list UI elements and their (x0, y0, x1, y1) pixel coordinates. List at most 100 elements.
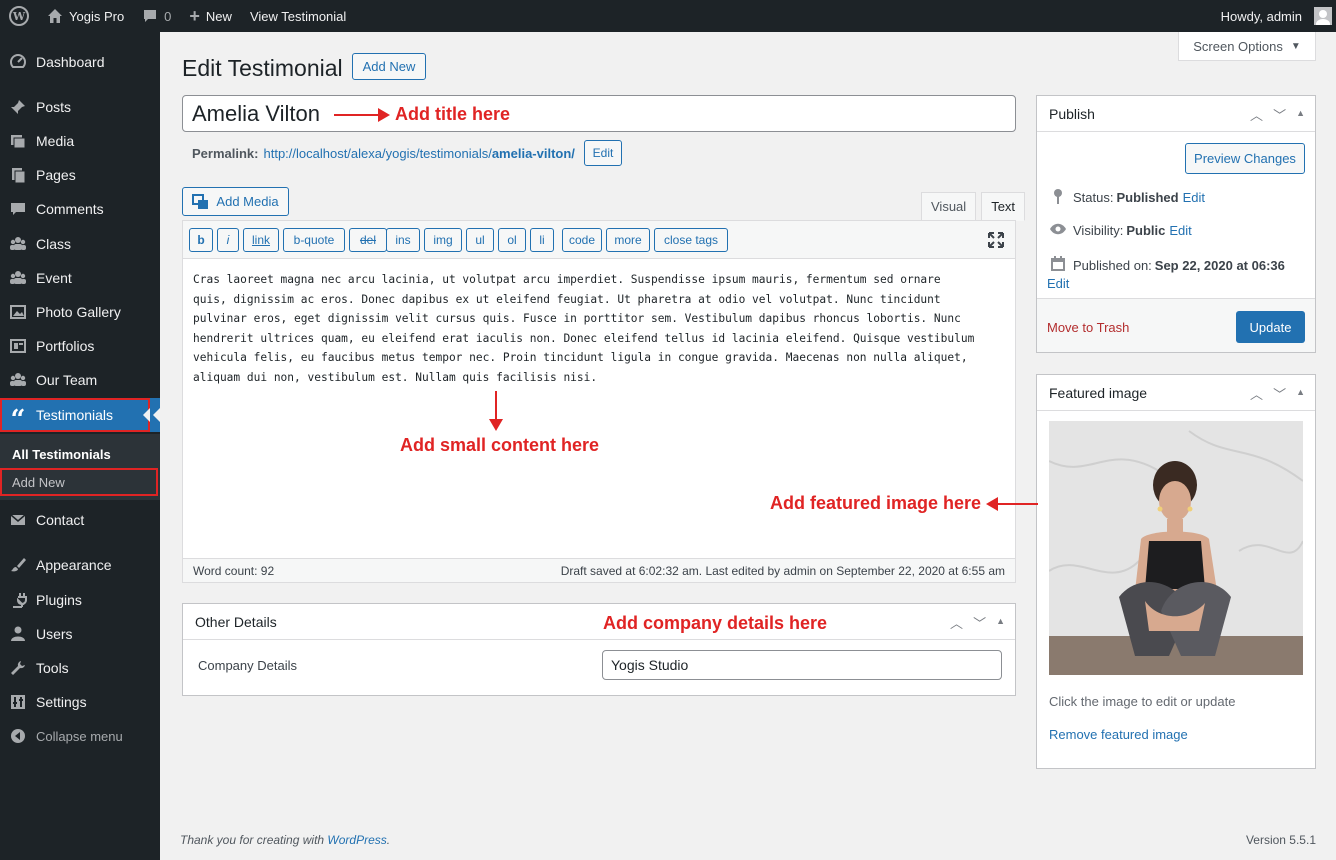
sidebar-item-photo-gallery[interactable]: Photo Gallery (0, 295, 160, 329)
update-button[interactable]: Update (1236, 311, 1305, 343)
arrow-right-icon (378, 108, 390, 122)
other-details-header[interactable]: Other Details (183, 604, 1015, 640)
move-down-icon[interactable]: ﹀ (973, 613, 986, 632)
sidebar-item-comments[interactable]: Comments (0, 192, 160, 226)
add-new-button[interactable]: Add New (352, 53, 426, 80)
sidebar-item-plugins[interactable]: Plugins (0, 583, 160, 617)
toggle-panel-icon[interactable]: ▲ (1296, 105, 1305, 124)
qt-close-tags-button[interactable]: close tags (654, 228, 728, 252)
qt-link-button[interactable]: link (243, 228, 279, 252)
qt-more-button[interactable]: more (606, 228, 650, 252)
admin-bar: W Yogis Pro 0 + New View Testimonial How… (0, 0, 1336, 32)
tab-text[interactable]: Text (981, 192, 1026, 221)
qt-ul-button[interactable]: ul (466, 228, 494, 252)
howdy-text: Howdy, admin (1220, 8, 1302, 24)
qt-li-button[interactable]: li (530, 228, 554, 252)
qt-img-button[interactable]: img (424, 228, 462, 252)
permalink-label: Permalink: (192, 146, 259, 161)
current-menu-arrow (150, 398, 160, 432)
move-to-trash-link[interactable]: Move to Trash (1047, 320, 1129, 335)
sidebar-item-appearance[interactable]: Appearance (0, 548, 160, 582)
screen-options-label: Screen Options (1193, 38, 1283, 54)
qt-code-button[interactable]: code (562, 228, 602, 252)
editor-tabs: Visual Text (916, 192, 1026, 221)
screen-options-button[interactable]: Screen Options ▼ (1178, 32, 1316, 61)
company-details-input[interactable]: Yogis Studio (602, 650, 1002, 680)
sidebar-item-tools[interactable]: Tools (0, 651, 160, 685)
sidebar-item-media[interactable]: Media (0, 124, 160, 158)
annotation-arrow (334, 114, 382, 116)
editor-content[interactable]: Cras laoreet magna nec arcu lacinia, ut … (193, 270, 1008, 387)
submenu-add-new[interactable]: Add New (0, 468, 158, 496)
featured-image[interactable] (1049, 421, 1303, 675)
sidebar-item-label: Testimonials (36, 407, 114, 423)
move-down-icon[interactable]: ﹀ (1273, 105, 1286, 124)
status-label: Status: (1073, 190, 1114, 205)
editor-line: aliquam dui non, vestibulum est. Nullam … (193, 370, 598, 384)
qt-italic-button[interactable]: i (217, 228, 239, 252)
sidebar-item-our-team[interactable]: Our Team (0, 363, 160, 397)
qt-ins-button[interactable]: ins (386, 228, 420, 252)
plus-icon: + (189, 5, 200, 26)
sidebar-item-pages[interactable]: Pages (0, 158, 160, 192)
sidebar-item-testimonials[interactable]: “ Testimonials (0, 398, 150, 433)
sidebar-item-settings[interactable]: Settings (0, 685, 160, 719)
sidebar-item-label: Users (36, 626, 73, 642)
new-content-link[interactable]: + New (180, 0, 241, 32)
move-up-icon[interactable]: ︿ (1250, 105, 1263, 124)
wp-logo-menu[interactable]: W (0, 0, 38, 32)
fullscreen-icon[interactable] (988, 232, 1004, 248)
toggle-panel-icon[interactable]: ▲ (996, 613, 1005, 632)
published-edit-link[interactable]: Edit (1047, 276, 1069, 291)
submenu-all-testimonials[interactable]: All Testimonials (0, 440, 160, 468)
view-testimonial-link[interactable]: View Testimonial (241, 0, 355, 32)
permalink-link[interactable]: http://localhost/alexa/yogis/testimonial… (263, 146, 574, 161)
caret-down-icon: ▼ (1290, 40, 1301, 52)
move-up-icon[interactable]: ︿ (1250, 384, 1263, 403)
add-media-button[interactable]: Add Media (182, 187, 289, 216)
account-menu[interactable]: Howdy, admin (1212, 0, 1336, 32)
groups-icon (0, 269, 36, 287)
qt-ol-button[interactable]: ol (498, 228, 526, 252)
permalink-edit-button[interactable]: Edit (584, 140, 622, 166)
qt-del-button[interactable]: del (349, 228, 387, 252)
publish-title: Publish (1049, 105, 1095, 122)
status-edit-link[interactable]: Edit (1183, 190, 1205, 205)
move-down-icon[interactable]: ﹀ (1273, 384, 1286, 403)
box-controls: ︿ ﹀ ▲ (950, 613, 1005, 632)
toggle-panel-icon[interactable]: ▲ (1296, 384, 1305, 403)
word-count: Word count: 92 (193, 563, 275, 578)
editor-line: hendrerit ultrices quam, eu eleifend era… (193, 331, 975, 345)
sidebar-item-portfolios[interactable]: Portfolios (0, 329, 160, 363)
visibility-edit-link[interactable]: Edit (1169, 223, 1191, 238)
post-title-input[interactable]: Amelia Vilton (182, 95, 1016, 132)
sidebar-item-event[interactable]: Event (0, 261, 160, 295)
comments-link[interactable]: 0 (133, 0, 180, 32)
site-name-link[interactable]: Yogis Pro (38, 0, 133, 32)
editor-line: quis, dignissim ac eros. Donec dapibus e… (193, 292, 941, 306)
move-up-icon[interactable]: ︿ (950, 613, 963, 632)
sidebar-item-class[interactable]: Class (0, 227, 160, 261)
collapse-menu-button[interactable]: Collapse menu (0, 719, 160, 753)
sidebar-item-posts[interactable]: Posts (0, 90, 160, 124)
wordpress-link[interactable]: WordPress (327, 833, 386, 847)
annotation-featured: Add featured image here (770, 493, 982, 513)
mail-icon (0, 511, 36, 529)
status-row: Status: Published Edit (1049, 188, 1205, 207)
admin-sidebar: Dashboard Posts Media Pages Comments Cla… (0, 32, 160, 860)
preview-changes-button[interactable]: Preview Changes (1185, 143, 1305, 174)
new-label: New (205, 8, 232, 24)
sidebar-item-contact[interactable]: Contact (0, 503, 160, 537)
remove-featured-image-link[interactable]: Remove featured image (1049, 727, 1188, 742)
avatar (1314, 7, 1332, 25)
sidebar-item-users[interactable]: Users (0, 617, 160, 651)
pin-icon (1049, 188, 1067, 207)
sidebar-item-dashboard[interactable]: Dashboard (0, 45, 160, 79)
sidebar-item-label: Comments (36, 201, 104, 217)
tab-visual[interactable]: Visual (921, 192, 977, 221)
post-title-value: Amelia Vilton (192, 100, 320, 126)
qt-bold-button[interactable]: b (189, 228, 213, 252)
wrench-icon (0, 659, 36, 677)
qt-bquote-button[interactable]: b-quote (283, 228, 345, 252)
site-name: Yogis Pro (69, 8, 125, 24)
